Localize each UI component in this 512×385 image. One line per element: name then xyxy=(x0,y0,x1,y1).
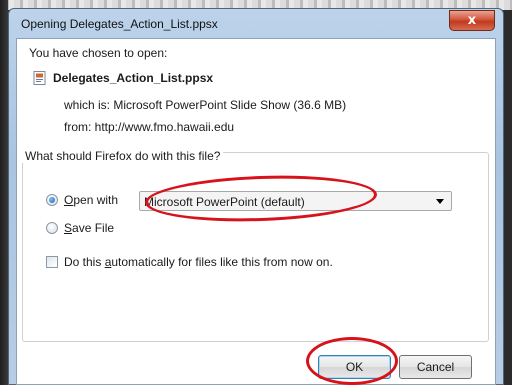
cancel-button[interactable]: Cancel xyxy=(399,355,472,379)
chosen-text: You have chosen to open: xyxy=(29,46,168,60)
save-file-radio[interactable] xyxy=(46,222,58,234)
title-bar[interactable]: Opening Delegates_Action_List.ppsx x xyxy=(9,9,503,39)
action-group-title: What should Firefox do with this file? xyxy=(22,149,224,163)
ok-button[interactable]: OK xyxy=(318,355,391,379)
dialog-body: You have chosen to open: Delegates_Actio… xyxy=(16,38,496,385)
auto-action-checkbox[interactable] xyxy=(46,256,58,268)
file-type-info: which is: Microsoft PowerPoint Slide Sho… xyxy=(64,98,347,112)
ok-button-label: OK xyxy=(345,360,364,374)
action-group-box xyxy=(22,152,489,342)
background-window-edge xyxy=(0,0,8,385)
open-with-radio[interactable] xyxy=(46,194,58,206)
close-icon: x xyxy=(467,13,477,28)
dialog-title: Opening Delegates_Action_List.ppsx xyxy=(21,17,218,31)
powerpoint-file-icon xyxy=(33,71,46,85)
save-file-label[interactable]: Save File xyxy=(64,221,114,235)
download-dialog: Opening Delegates_Action_List.ppsx x You… xyxy=(8,8,504,385)
application-select[interactable]: Microsoft PowerPoint (default) xyxy=(139,191,452,211)
file-name: Delegates_Action_List.ppsx xyxy=(53,71,214,85)
file-source: from: http://www.fmo.hawaii.edu xyxy=(64,120,235,134)
application-select-value: Microsoft PowerPoint (default) xyxy=(144,195,305,209)
chevron-down-icon xyxy=(436,199,444,204)
cancel-button-label: Cancel xyxy=(416,360,455,374)
close-button[interactable]: x xyxy=(449,10,495,31)
open-with-label[interactable]: Open with xyxy=(64,193,118,207)
auto-action-label[interactable]: Do this automatically for files like thi… xyxy=(64,255,333,269)
